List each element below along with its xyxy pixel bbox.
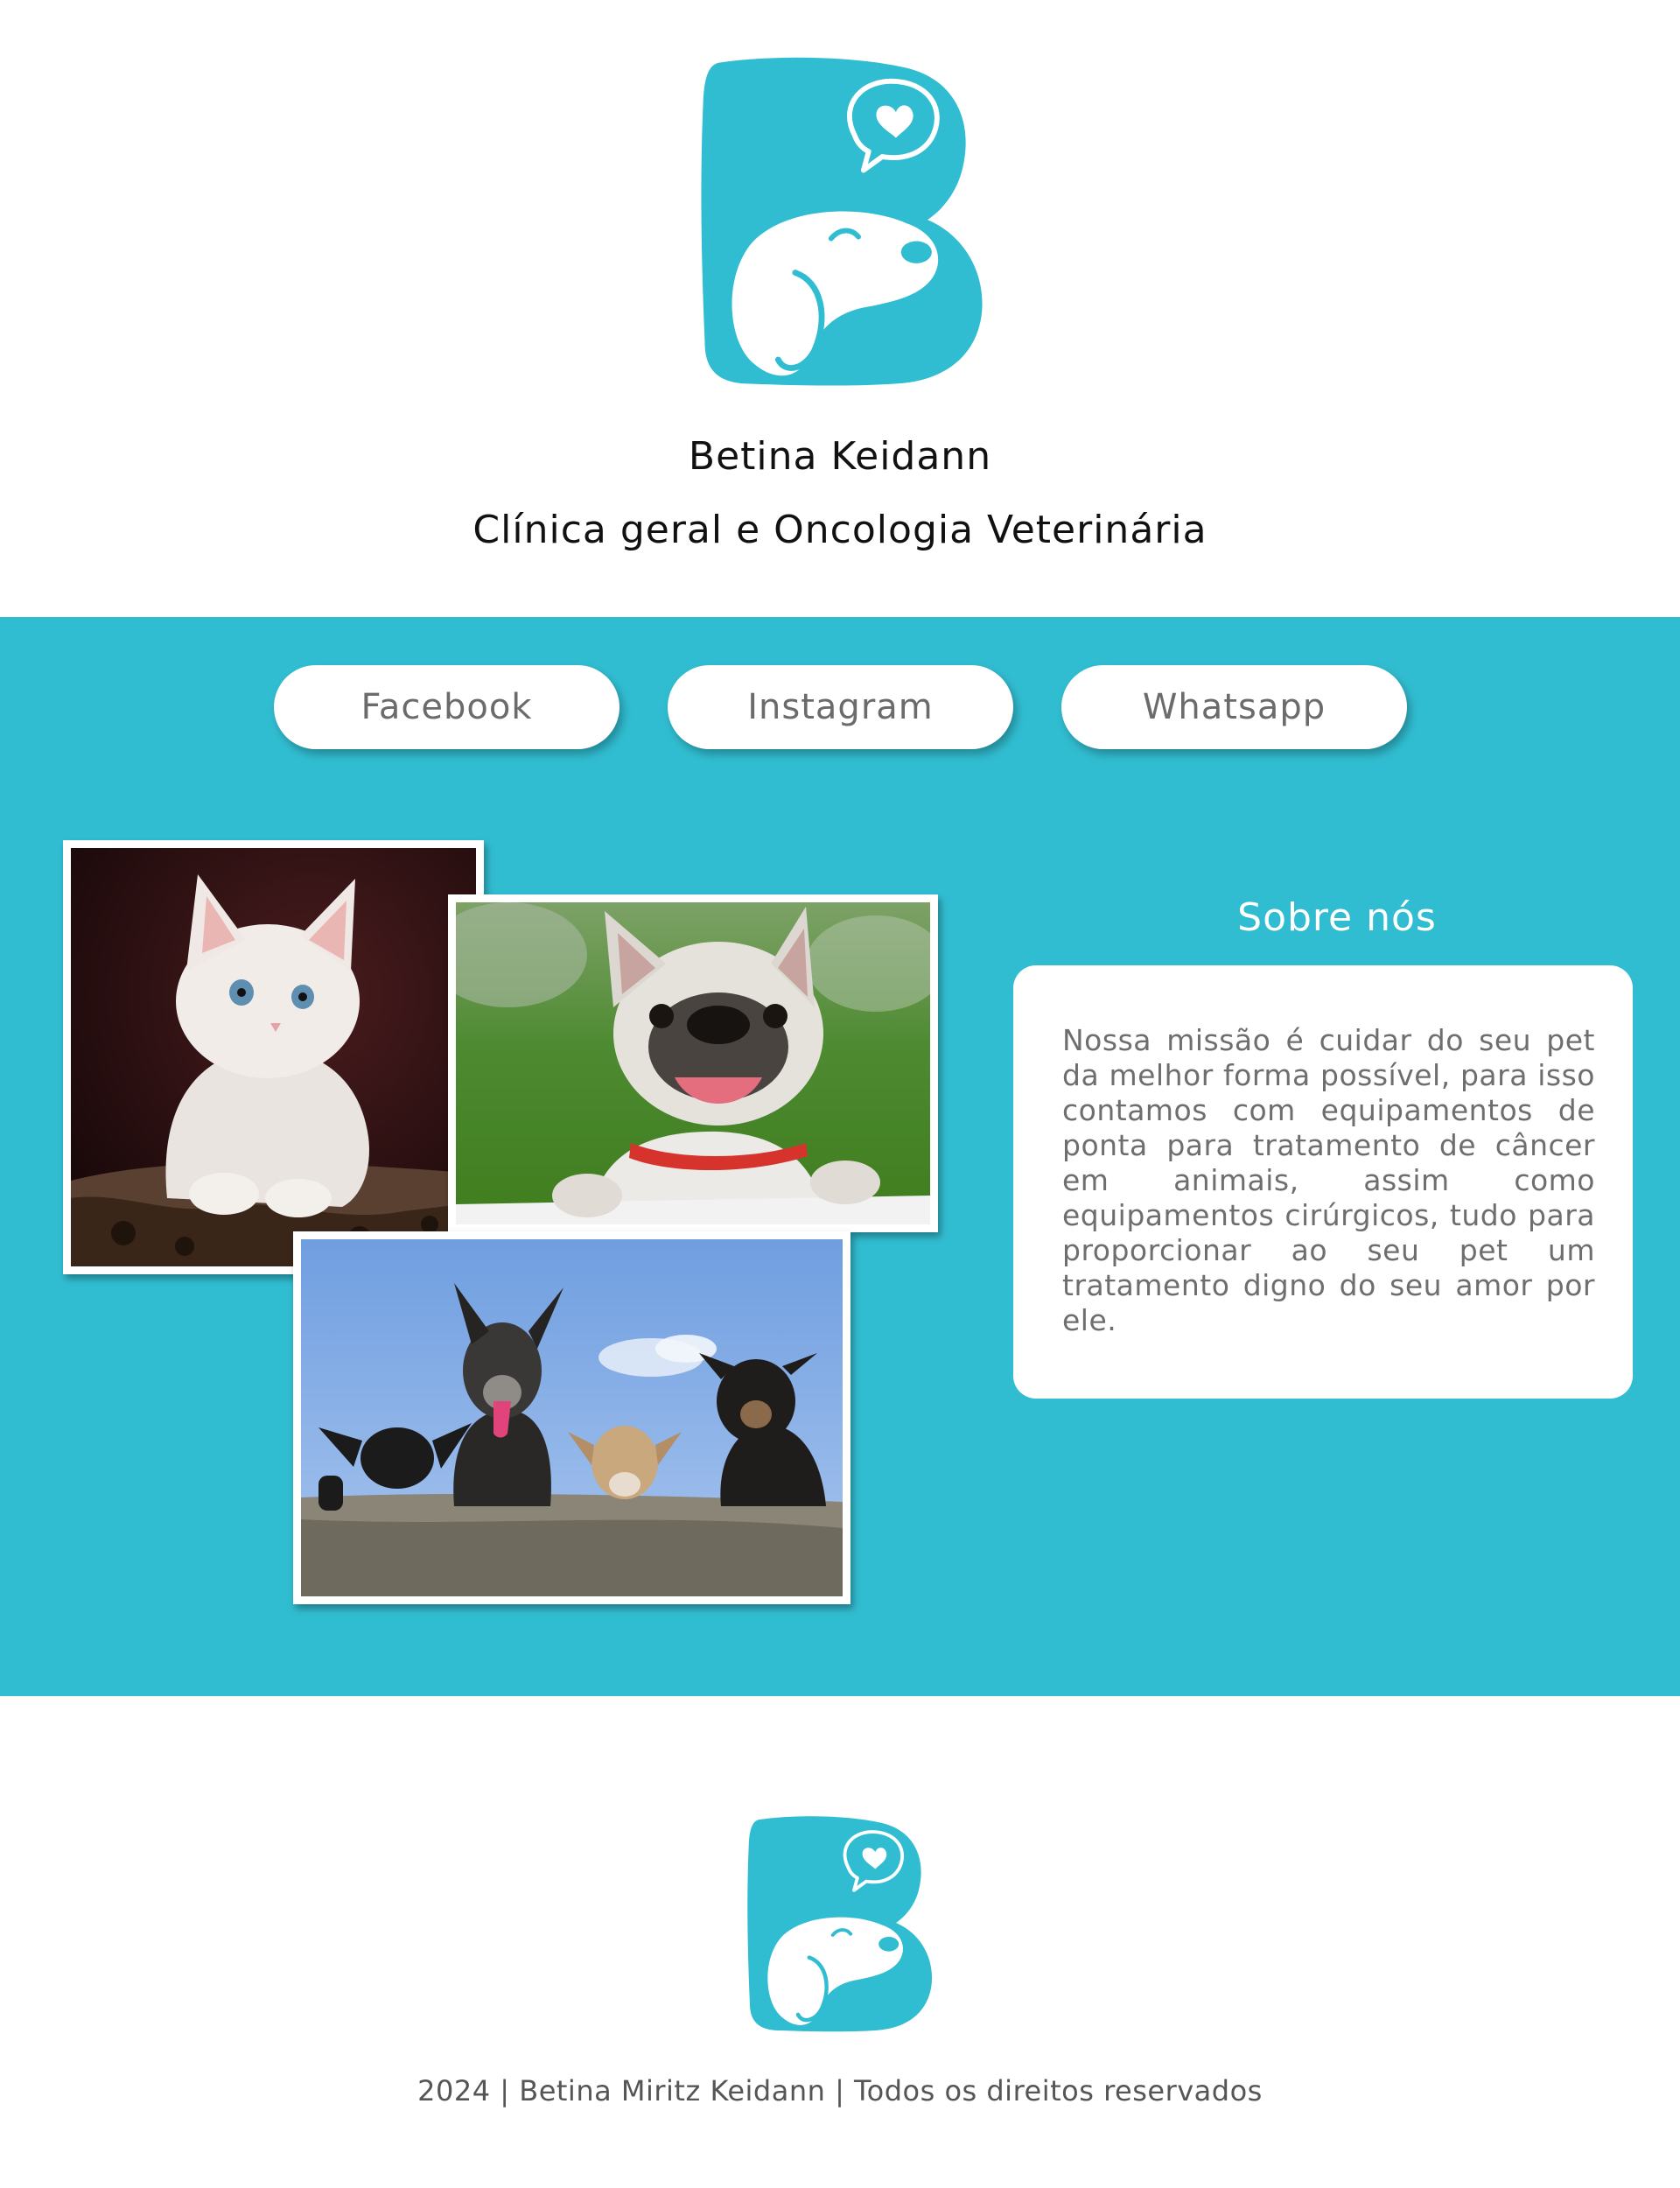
- about-card: Nossa missão é cuidar do seu pet da melh…: [1013, 965, 1633, 1399]
- about-title: Sobre nós: [1237, 895, 1437, 940]
- about-text: Nossa missão é cuidar do seu pet da melh…: [1062, 1023, 1595, 1337]
- footer-copyright: 2024 | Betina Miritz Keidann | Todos os …: [417, 2074, 1263, 2107]
- header: Betina Keidann Clínica geral e Oncologia…: [0, 0, 1680, 617]
- dogs-on-wall-photo: [293, 1231, 850, 1604]
- kitten-photo: [63, 840, 484, 1274]
- page-title: Betina Keidann: [688, 434, 992, 479]
- instagram-button[interactable]: Instagram: [668, 665, 1013, 749]
- page-subtitle: Clínica geral e Oncologia Veterinária: [472, 508, 1208, 552]
- facebook-button[interactable]: Facebook: [274, 665, 620, 749]
- french-bulldog-photo: [448, 894, 938, 1232]
- logo-b-dog-icon[interactable]: [742, 1806, 938, 2044]
- logo-b-dog-icon[interactable]: [691, 53, 993, 394]
- main-section: Facebook Instagram Whatsapp Sobre nós No…: [0, 617, 1680, 1696]
- whatsapp-button[interactable]: Whatsapp: [1061, 665, 1407, 749]
